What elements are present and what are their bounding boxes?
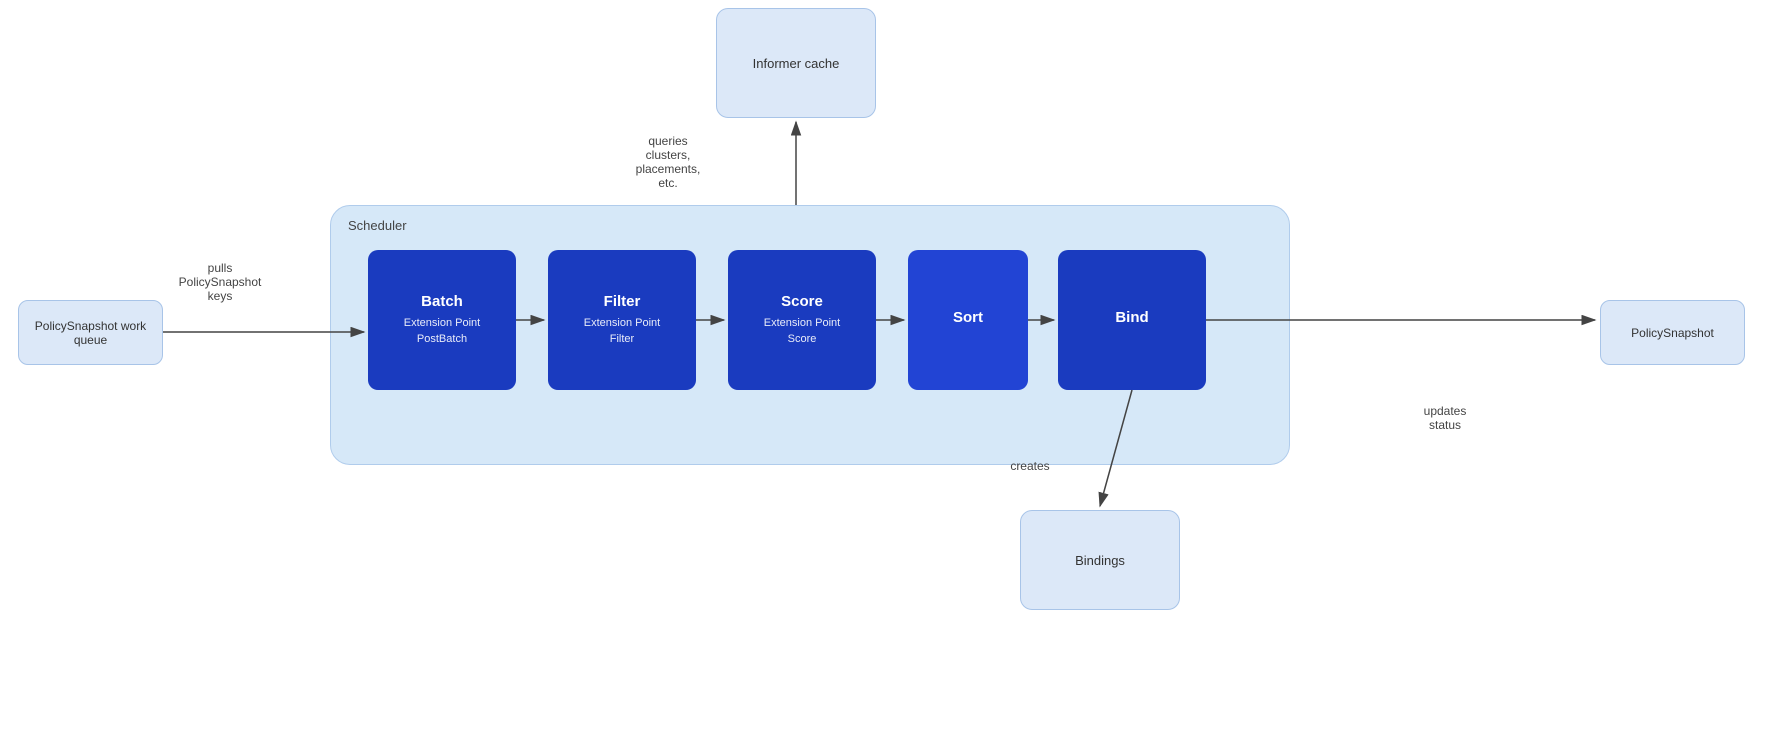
- policy-work-queue-label: PolicySnapshot work queue: [19, 319, 162, 347]
- pulls-label3: keys: [208, 289, 233, 303]
- scheduler-label: Scheduler: [348, 218, 407, 233]
- policy-snapshot-right-label: PolicySnapshot: [1631, 326, 1714, 340]
- score-title: Score: [781, 293, 823, 310]
- pulls-label2: PolicySnapshot: [179, 275, 262, 289]
- score-subtitle: Extension PointScore: [764, 316, 840, 347]
- policy-snapshot-right-box: PolicySnapshot: [1600, 300, 1745, 365]
- filter-subtitle: Extension PointFilter: [584, 316, 660, 347]
- policy-work-queue-box: PolicySnapshot work queue: [18, 300, 163, 365]
- sort-title: Sort: [953, 309, 983, 326]
- pulls-label: pulls: [208, 261, 233, 275]
- queries-label2: clusters,: [646, 148, 691, 162]
- updates-label: updates: [1424, 404, 1467, 418]
- bind-title: Bind: [1115, 309, 1148, 326]
- bindings-label: Bindings: [1075, 553, 1125, 568]
- queries-label: queries: [648, 134, 687, 148]
- queries-label4: etc.: [658, 176, 677, 190]
- sort-box: Sort: [908, 250, 1028, 390]
- batch-subtitle: Extension PointPostBatch: [404, 316, 480, 347]
- bindings-box: Bindings: [1020, 510, 1180, 610]
- updates-label2: status: [1429, 418, 1461, 432]
- queries-label3: placements,: [636, 162, 701, 176]
- informer-cache-label: Informer cache: [753, 56, 840, 71]
- informer-cache-box: Informer cache: [716, 8, 876, 118]
- filter-title: Filter: [604, 293, 641, 310]
- diagram-container: Informer cache Scheduler Batch Extension…: [0, 0, 1780, 732]
- bind-box: Bind: [1058, 250, 1206, 390]
- score-box: Score Extension PointScore: [728, 250, 876, 390]
- batch-box: Batch Extension PointPostBatch: [368, 250, 516, 390]
- batch-title: Batch: [421, 293, 463, 310]
- filter-box: Filter Extension PointFilter: [548, 250, 696, 390]
